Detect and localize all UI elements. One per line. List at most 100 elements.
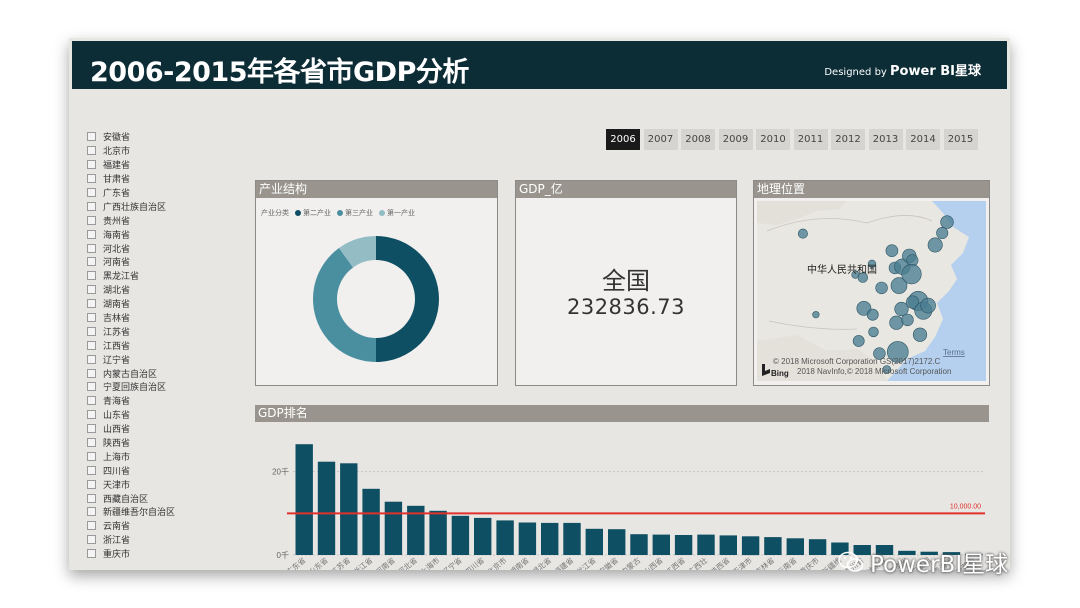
- province-bubble[interactable]: [875, 281, 888, 295]
- province-slicer-item[interactable]: 福建省: [87, 158, 247, 172]
- province-slicer-item[interactable]: 陕西省: [87, 436, 247, 450]
- province-slicer-item[interactable]: 广西壮族自治区: [87, 199, 247, 213]
- province-slicer-item[interactable]: 河南省: [87, 255, 247, 269]
- province-slicer-item[interactable]: 河北省: [87, 241, 247, 255]
- province-slicer-item[interactable]: 广东省: [87, 186, 247, 200]
- province-bubble[interactable]: [927, 237, 943, 253]
- province-slicer-item[interactable]: 内蒙古自治区: [87, 366, 247, 380]
- gdp-bar[interactable]: [608, 529, 626, 555]
- province-slicer-item[interactable]: 浙江省: [87, 533, 247, 547]
- province-slicer-item[interactable]: 贵州省: [87, 213, 247, 227]
- year-button-2013[interactable]: 2013: [868, 129, 903, 150]
- province-bubble[interactable]: [868, 326, 879, 338]
- checkbox-icon[interactable]: [87, 188, 96, 197]
- gdp-bar[interactable]: [808, 539, 827, 555]
- gdp-bar[interactable]: [317, 461, 336, 555]
- checkbox-icon[interactable]: [87, 479, 96, 489]
- checkbox-icon[interactable]: [87, 507, 96, 517]
- gdp-bar[interactable]: [741, 536, 760, 556]
- checkbox-icon[interactable]: [87, 174, 96, 184]
- province-bubble[interactable]: [852, 335, 865, 347]
- gdp-bar[interactable]: [362, 488, 380, 556]
- gdp-bar[interactable]: [674, 535, 693, 555]
- checkbox-icon[interactable]: [87, 243, 96, 253]
- province-bubble[interactable]: [936, 226, 949, 239]
- province-bubble[interactable]: [901, 263, 922, 285]
- checkbox-icon[interactable]: [87, 326, 96, 336]
- checkbox-icon[interactable]: [87, 160, 96, 170]
- checkbox-icon[interactable]: [87, 451, 96, 461]
- checkbox-icon[interactable]: [87, 215, 96, 225]
- checkbox-icon[interactable]: [87, 285, 96, 295]
- province-bubble[interactable]: [894, 301, 909, 317]
- gdp-bar[interactable]: [518, 522, 537, 556]
- province-bubble[interactable]: [866, 308, 879, 321]
- checkbox-icon[interactable]: [87, 368, 96, 378]
- year-button-2012[interactable]: 2012: [831, 129, 865, 150]
- bing-map[interactable]: 中华人民共和国 Terms © 2018 Microsoft Corporati…: [757, 201, 986, 381]
- province-slicer-item[interactable]: 山东省: [87, 408, 247, 422]
- checkbox-icon[interactable]: [87, 146, 96, 156]
- checkbox-icon[interactable]: [87, 396, 96, 406]
- gdp-bar[interactable]: [429, 510, 447, 555]
- province-slicer-item[interactable]: 上海市: [87, 449, 247, 463]
- gdp-bar[interactable]: [451, 515, 470, 555]
- checkbox-icon[interactable]: [87, 132, 96, 142]
- province-bubble[interactable]: [812, 311, 820, 319]
- checkbox-icon[interactable]: [87, 438, 96, 448]
- gdp-bar[interactable]: [295, 444, 313, 555]
- province-slicer-item[interactable]: 宁夏回族自治区: [87, 380, 247, 394]
- province-slicer-item[interactable]: 山西省: [87, 422, 247, 436]
- province-slicer-item[interactable]: 黑龙江省: [87, 269, 247, 283]
- donut-slice[interactable]: [313, 248, 376, 362]
- checkbox-icon[interactable]: [87, 424, 96, 434]
- province-slicer-item[interactable]: 湖北省: [87, 283, 247, 297]
- province-slicer-item[interactable]: 江苏省: [87, 324, 247, 338]
- checkbox-icon[interactable]: [87, 229, 96, 239]
- gdp-bar[interactable]: [652, 534, 670, 555]
- gdp-bar[interactable]: [496, 520, 514, 555]
- map-canvas[interactable]: 中华人民共和国 Terms © 2018 Microsoft Corporati…: [757, 201, 986, 381]
- year-button-2008[interactable]: 2008: [681, 129, 715, 150]
- map-terms-link[interactable]: Terms: [943, 348, 965, 357]
- year-button-2007[interactable]: 2007: [643, 129, 678, 150]
- province-slicer-item[interactable]: 云南省: [87, 519, 247, 533]
- province-slicer-item[interactable]: 江西省: [87, 338, 247, 352]
- province-bubble[interactable]: [920, 297, 936, 314]
- checkbox-icon[interactable]: [87, 549, 96, 559]
- province-slicer-item[interactable]: 天津市: [87, 477, 247, 491]
- checkbox-icon[interactable]: [87, 354, 96, 364]
- checkbox-icon[interactable]: [87, 493, 96, 503]
- province-bubble[interactable]: [797, 228, 808, 239]
- checkbox-icon[interactable]: [87, 299, 96, 309]
- year-button-2009[interactable]: 2009: [718, 129, 753, 150]
- year-button-2010[interactable]: 2010: [756, 129, 790, 150]
- checkbox-icon[interactable]: [87, 271, 96, 281]
- province-bubble[interactable]: [889, 315, 904, 330]
- gdp-bar[interactable]: [697, 534, 715, 555]
- province-slicer-item[interactable]: 辽宁省: [87, 352, 247, 366]
- province-slicer-item[interactable]: 西藏自治区: [87, 491, 247, 505]
- province-slicer-item[interactable]: 海南省: [87, 227, 247, 241]
- gdp-bar[interactable]: [786, 538, 804, 555]
- checkbox-icon[interactable]: [87, 521, 96, 531]
- checkbox-icon[interactable]: [87, 201, 96, 211]
- gdp-bar[interactable]: [340, 463, 358, 555]
- checkbox-icon[interactable]: [87, 340, 96, 350]
- province-slicer-item[interactable]: 新疆维吾尔自治区: [87, 505, 247, 519]
- year-button-2006[interactable]: 2006: [606, 129, 640, 150]
- checkbox-icon[interactable]: [87, 313, 96, 323]
- checkbox-icon[interactable]: [87, 535, 96, 545]
- gdp-bar[interactable]: [764, 537, 782, 555]
- year-button-2011[interactable]: 2011: [793, 129, 828, 150]
- checkbox-icon[interactable]: [87, 410, 96, 420]
- gdp-bar[interactable]: [563, 522, 581, 555]
- gdp-bar[interactable]: [630, 534, 648, 555]
- gdp-bar[interactable]: [384, 501, 403, 555]
- province-bubble[interactable]: [940, 215, 954, 229]
- province-slicer-item[interactable]: 湖南省: [87, 297, 247, 311]
- province-bubble[interactable]: [885, 244, 899, 258]
- province-slicer-item[interactable]: 四川省: [87, 463, 247, 477]
- checkbox-icon[interactable]: [87, 257, 96, 267]
- checkbox-icon[interactable]: [87, 382, 96, 392]
